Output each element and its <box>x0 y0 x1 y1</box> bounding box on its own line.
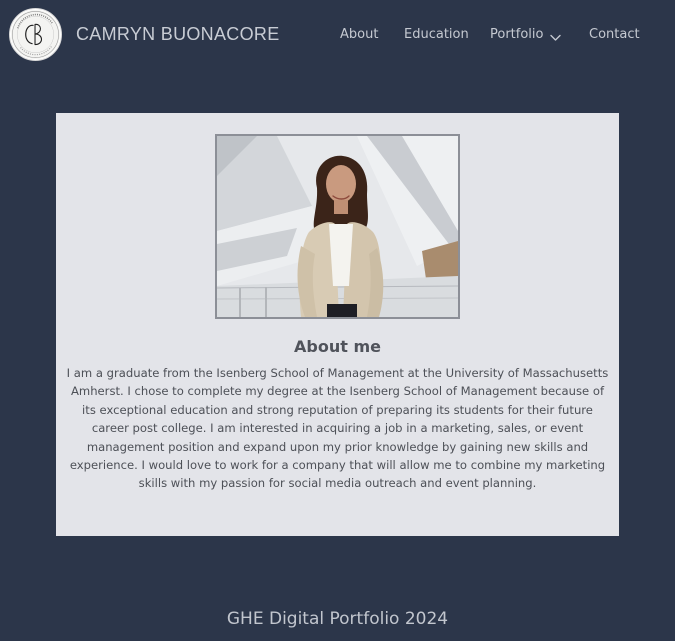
chevron-down-icon <box>550 31 562 41</box>
about-card: About me I am a graduate from the Isenbe… <box>56 113 619 536</box>
footer-text: GHE Digital Portfolio 2024 <box>226 609 449 629</box>
site-header: CAMRYN BUONACORE About Education Portfol… <box>0 0 675 70</box>
profile-photo <box>215 134 460 319</box>
nav-contact[interactable]: Contact <box>589 27 640 42</box>
nav-portfolio[interactable]: Portfolio <box>490 27 562 42</box>
page: CAMRYN BUONACORE About Education Portfol… <box>0 0 675 641</box>
about-paragraph: I am a graduate from the Isenberg School… <box>66 366 609 491</box>
nav-education[interactable]: Education <box>404 27 469 42</box>
about-title: About me <box>294 337 381 356</box>
main-nav: About Education Portfolio Contact <box>0 27 675 45</box>
nav-portfolio-label: Portfolio <box>490 27 544 42</box>
nav-about[interactable]: About <box>340 27 378 42</box>
